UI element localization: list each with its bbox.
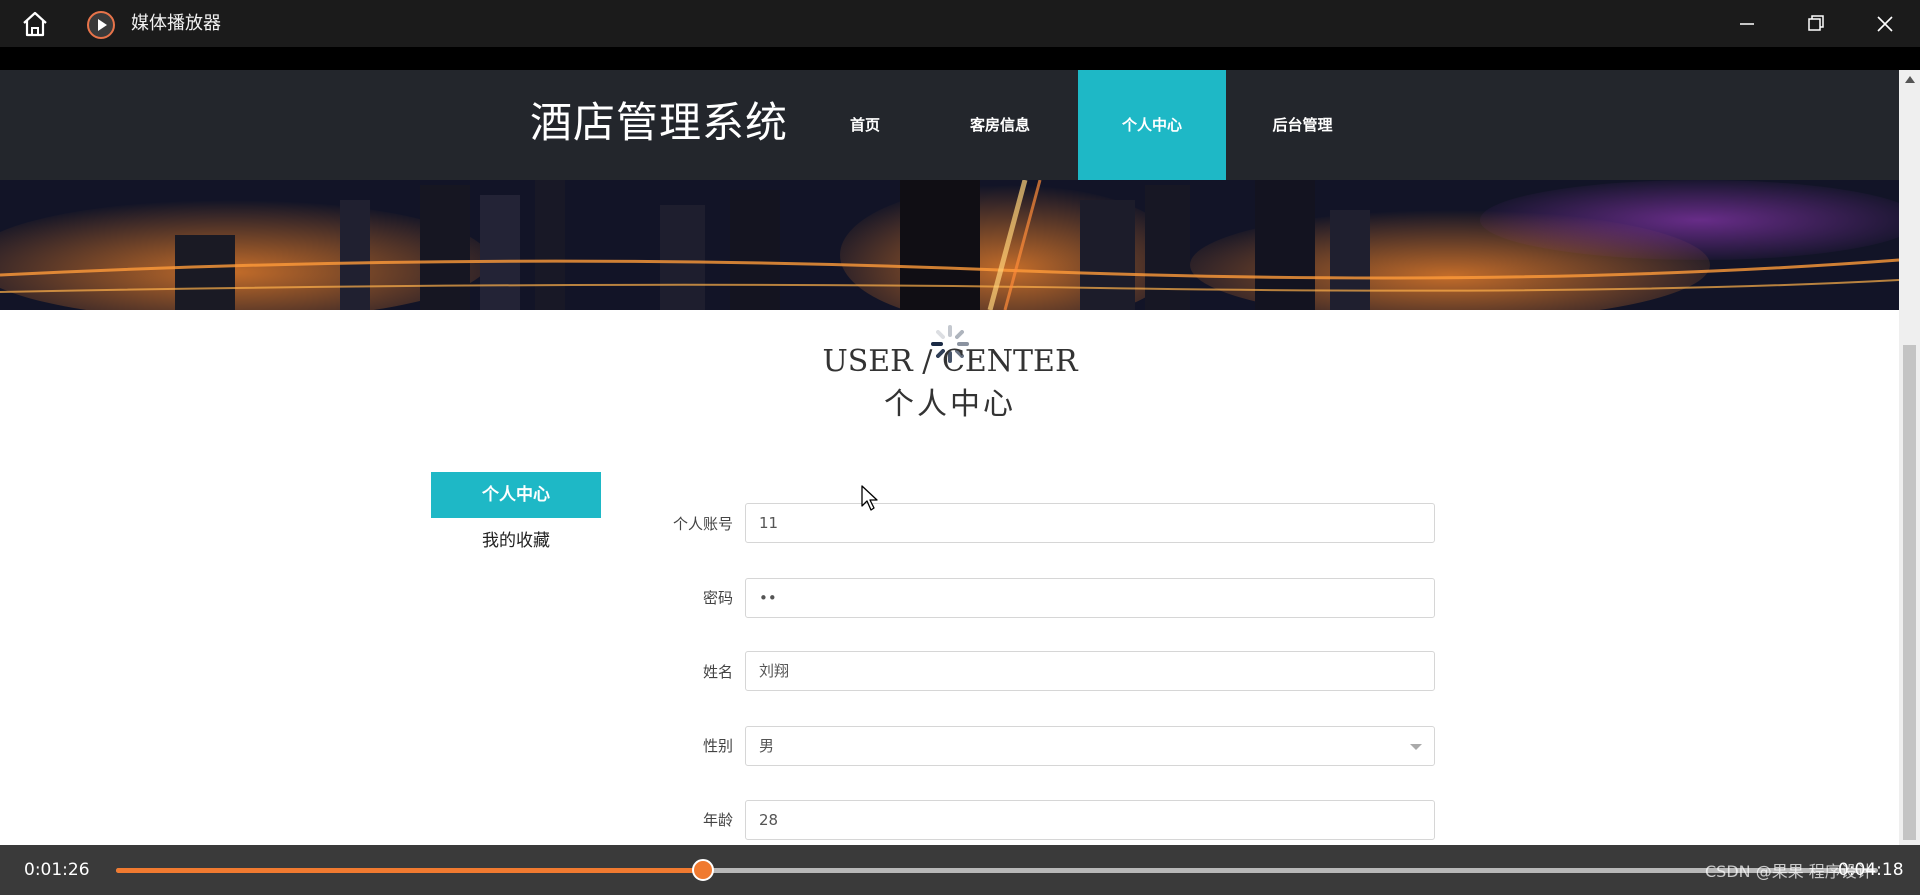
account-label: 个人账号 — [672, 515, 733, 533]
sidebar-item-favorites[interactable]: 我的收藏 — [431, 526, 601, 556]
seek-progress — [116, 868, 703, 873]
app-title: 媒体播放器 — [131, 13, 221, 34]
restore-button[interactable] — [1795, 8, 1835, 40]
seek-handle[interactable] — [691, 859, 714, 881]
gender-value: 男 — [759, 737, 775, 755]
play-circle-icon — [86, 10, 116, 40]
nav-home[interactable]: 首页 — [830, 70, 900, 180]
password-input[interactable]: •• — [745, 578, 1435, 618]
nav-user-center[interactable]: 个人中心 — [1078, 70, 1226, 180]
close-button[interactable] — [1864, 8, 1904, 40]
video-letterbox — [0, 47, 1920, 70]
password-label: 密码 — [702, 589, 733, 607]
scroll-up-icon[interactable] — [1905, 76, 1915, 83]
gender-label: 性别 — [702, 737, 733, 755]
watermark-text: CSDN @果果 程序设计 — [1705, 862, 1873, 881]
heading-english: USER / CENTER — [822, 344, 1078, 379]
city-banner-image — [0, 180, 1899, 310]
sidebar-item-user-center[interactable]: 个人中心 — [431, 472, 601, 518]
age-label: 年龄 — [702, 811, 733, 829]
minimize-button[interactable] — [1727, 8, 1767, 40]
close-icon — [1877, 16, 1893, 32]
page-scrollbar[interactable] — [1899, 70, 1920, 845]
name-label: 姓名 — [702, 663, 733, 681]
chevron-down-icon — [1410, 744, 1422, 750]
player-titlebar: 媒体播放器 — [0, 0, 1920, 47]
current-time: 0:01:26 — [24, 860, 90, 880]
name-input[interactable]: 刘翔 — [745, 651, 1435, 691]
account-input[interactable]: 11 — [745, 503, 1435, 543]
mouse-cursor-icon — [860, 484, 880, 512]
restore-icon — [1808, 15, 1824, 31]
seek-bar[interactable] — [116, 859, 1878, 881]
age-input[interactable]: 28 — [745, 800, 1435, 840]
gender-select[interactable]: 男 — [745, 726, 1435, 766]
home-icon[interactable] — [20, 10, 50, 38]
nav-rooms[interactable]: 客房信息 — [945, 70, 1055, 180]
scrollbar-thumb[interactable] — [1903, 345, 1916, 840]
site-navbar: 酒店管理系统 首页 客房信息 个人中心 后台管理 — [0, 70, 1899, 180]
site-brand: 酒店管理系统 — [530, 98, 789, 147]
heading-chinese: 个人中心 — [884, 387, 1016, 422]
player-controls: 0:01:26 0:04:18 CSDN @果果 程序设计 — [0, 845, 1920, 895]
nav-admin[interactable]: 后台管理 — [1245, 70, 1360, 180]
minimize-icon — [1740, 23, 1754, 25]
